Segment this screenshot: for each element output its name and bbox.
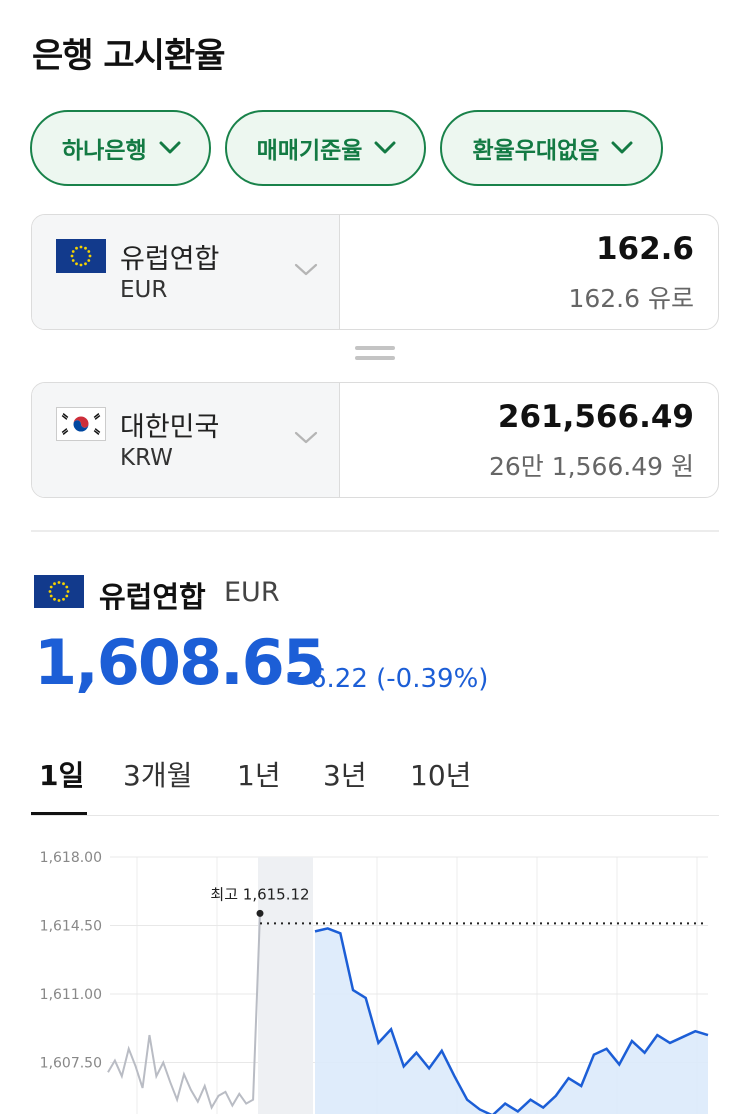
tab-3-years[interactable]: 3년 — [323, 754, 367, 794]
bank-filter-button[interactable]: 하나은행 — [30, 110, 211, 186]
chevron-down-icon — [611, 141, 633, 154]
preference-filter-button[interactable]: 환율우대없음 — [440, 110, 664, 186]
from-currency-selector[interactable]: 유럽연합 EUR — [32, 215, 340, 329]
kr-flag-icon — [56, 407, 106, 441]
to-amount-field[interactable]: 261,566.49 26만 1,566.49 원 — [340, 383, 718, 497]
y-tick-label: 1,607.50 — [40, 1056, 102, 1072]
chevron-down-icon — [374, 141, 396, 154]
currency-detail-code: EUR — [224, 577, 280, 608]
rate-change: 6.22 (-0.39%) — [310, 664, 489, 694]
from-amount-field[interactable]: 162.6 162.6 유로 — [340, 215, 718, 329]
eu-flag-icon — [56, 239, 106, 273]
to-amount-value: 261,566.49 — [497, 399, 694, 435]
y-tick-label: 1,611.00 — [40, 987, 102, 1003]
chevron-down-icon — [159, 141, 181, 154]
from-currency-name: 유럽연합 — [120, 244, 220, 275]
from-amount-value: 162.6 — [595, 231, 694, 267]
period-tabs: 1일 3개월 1년 3년 10년 — [31, 748, 719, 816]
max-point — [256, 909, 264, 917]
tab-10-years[interactable]: 10년 — [410, 754, 471, 794]
from-currency-row: 유럽연합 EUR 162.6 162.6 유로 — [31, 214, 719, 330]
to-currency-code: KRW — [120, 445, 173, 471]
max-label: 최고 1,615.12 — [210, 885, 309, 903]
rate-type-filter-button[interactable]: 매매기준율 — [224, 110, 427, 186]
filter-row: 하나은행 매매기준율 환율우대없음 — [30, 110, 664, 188]
to-currency-name: 대한민국 — [120, 412, 220, 443]
series-line-previous — [107, 913, 261, 1110]
y-tick-label: 1,614.50 — [40, 919, 102, 935]
down-triangle-icon — [288, 672, 302, 681]
from-amount-text: 162.6 유로 — [568, 284, 694, 313]
series-area-current — [315, 928, 708, 1114]
equals-icon — [355, 346, 395, 366]
y-tick-label: 1,618.00 — [40, 850, 102, 866]
current-rate: 1,608.65 — [34, 626, 326, 699]
tab-1-day[interactable]: 1일 — [39, 754, 84, 794]
rate-chart[interactable]: 1,618.00 1,614.50 1,611.00 1,607.50 최고 1,615… — [0, 835, 750, 1114]
section-divider — [31, 530, 719, 532]
to-currency-row: 대한민국 KRW 261,566.49 26만 1,566.49 원 — [31, 382, 719, 498]
page-title: 은행 고시환율 — [32, 36, 226, 76]
tab-3-months[interactable]: 3개월 — [123, 754, 192, 794]
tab-1-year[interactable]: 1년 — [237, 754, 281, 794]
from-currency-code: EUR — [120, 277, 168, 303]
active-tab-indicator — [31, 812, 87, 815]
chevron-down-icon — [294, 431, 318, 444]
bank-filter-label: 하나은행 — [62, 138, 147, 164]
to-amount-text: 26만 1,566.49 원 — [488, 452, 694, 481]
eu-flag-icon — [34, 575, 84, 608]
preference-filter-label: 환율우대없음 — [472, 138, 600, 164]
chevron-down-icon — [294, 263, 318, 276]
rate-type-filter-label: 매매기준율 — [256, 138, 363, 164]
to-currency-selector[interactable]: 대한민국 KRW — [32, 383, 340, 497]
currency-detail-name: 유럽연합 — [99, 580, 206, 614]
